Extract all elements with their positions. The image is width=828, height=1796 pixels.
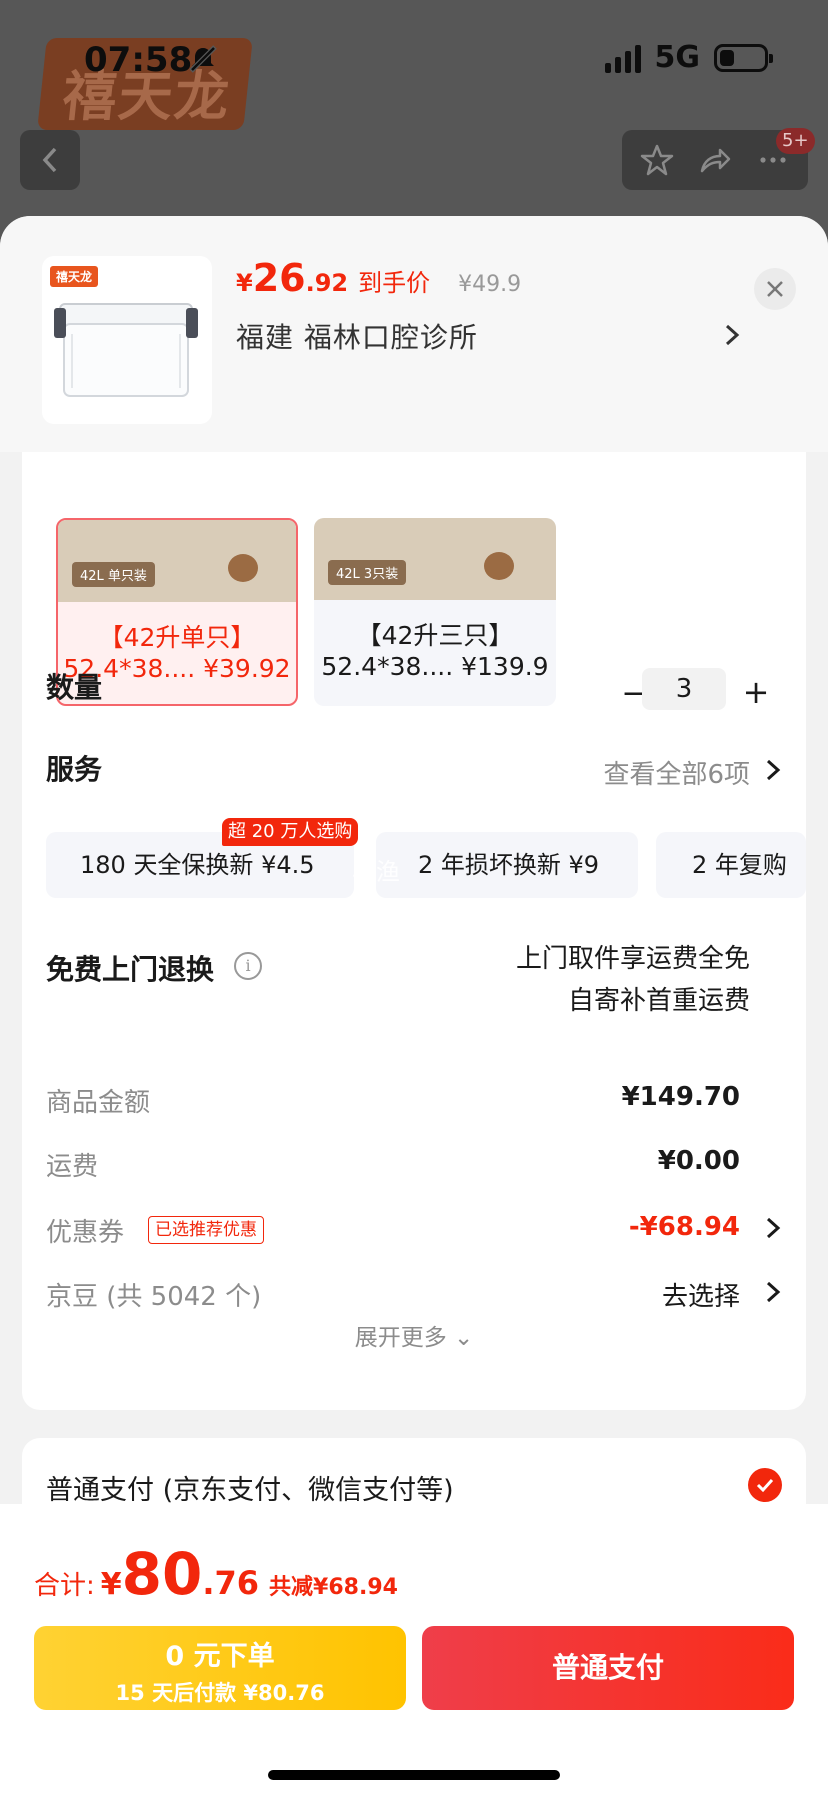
total-label: 合计: bbox=[34, 1571, 95, 1601]
pay-later-button[interactable]: 0 元下单 15 天后付款 ¥80.76 bbox=[34, 1626, 406, 1710]
delivery-address[interactable]: 福建 福林口腔诊所 bbox=[236, 316, 478, 356]
price-row: ¥ 26 .92 到手价 ¥49.9 bbox=[236, 256, 521, 300]
goods-amount-label: 商品金额 bbox=[46, 1088, 151, 1118]
total-discount: 共减¥68.94 bbox=[269, 1575, 398, 1600]
variant-spec-price: 52.4*38.... ¥139.9 bbox=[321, 652, 549, 681]
jd-beans-label: 京豆 (共 5042 个) bbox=[46, 1282, 262, 1312]
quantity-input[interactable]: 3 bbox=[642, 668, 726, 710]
view-all-services-link[interactable]: 查看全部6项 bbox=[603, 754, 750, 791]
chevron-right-icon[interactable] bbox=[762, 1278, 784, 1306]
star-icon[interactable] bbox=[640, 143, 674, 177]
quantity-label: 数量 bbox=[46, 671, 103, 704]
expand-more-link[interactable]: 展开更多 ⌄ bbox=[22, 1318, 806, 1352]
signal-icon bbox=[604, 43, 641, 73]
product-header: 禧天龙 ¥ 26 .92 到手价 ¥49.9 福建 福林口腔诊所 bbox=[0, 216, 828, 452]
jd-beans-select[interactable]: 去选择 bbox=[662, 1276, 740, 1313]
total-row: 合计: ¥ 80 .76 共减¥68.94 bbox=[34, 1540, 398, 1608]
home-indicator bbox=[268, 1770, 560, 1780]
back-button[interactable] bbox=[20, 130, 80, 190]
checkmark-icon[interactable] bbox=[748, 1468, 782, 1502]
variant-name: 【42升三只】 bbox=[356, 621, 514, 650]
price-integer: 26 bbox=[252, 256, 306, 300]
chevron-right-icon[interactable] bbox=[720, 320, 744, 350]
status-time: 07:58 bbox=[84, 40, 193, 80]
popular-badge: 超 20 万人选购 bbox=[222, 818, 359, 846]
purchase-sheet: 禧天龙 ¥ 26 .92 到手价 ¥49.9 福建 福林口腔诊所 42L 单只装 bbox=[0, 216, 828, 1796]
variant-image: 42L 3只装 bbox=[314, 518, 556, 600]
checkout-bar: 合计: ¥ 80 .76 共减¥68.94 0 元下单 15 天后付款 ¥80.… bbox=[0, 1504, 828, 1796]
shipping-label: 运费 bbox=[46, 1152, 99, 1182]
return-pickup-text: 上门取件享运费全免 bbox=[515, 944, 750, 974]
chevron-left-icon bbox=[42, 147, 57, 173]
chevron-right-icon[interactable] bbox=[762, 1214, 784, 1242]
pay-later-subtitle: 15 天后付款 ¥80.76 bbox=[115, 1681, 325, 1705]
service-label: 服务 bbox=[46, 753, 103, 786]
total-symbol: ¥ bbox=[100, 1567, 122, 1602]
coupon-label: 优惠券 bbox=[46, 1218, 125, 1248]
product-image[interactable]: 禧天龙 bbox=[42, 256, 212, 424]
watermark-text: 小渔 bbox=[352, 858, 400, 886]
payment-method-label[interactable]: 普通支付 (京东支付、微信支付等) bbox=[46, 1468, 454, 1507]
service-chip-2-year-damage[interactable]: 2 年损坏换新 ¥9 bbox=[376, 832, 638, 898]
goods-amount-value: ¥149.70 bbox=[621, 1082, 740, 1112]
shipping-value: ¥0.00 bbox=[657, 1146, 740, 1176]
total-integer: 80 bbox=[121, 1540, 203, 1608]
pay-now-button[interactable]: 普通支付 bbox=[422, 1626, 794, 1710]
free-return-label: 免费上门退换 bbox=[46, 953, 215, 986]
pay-later-title: 0 元下单 bbox=[165, 1641, 275, 1672]
price-breakdown-card: 商品金额 ¥149.70 运费 ¥0.00 优惠券 已选推荐优惠 -¥68.94… bbox=[22, 1056, 806, 1410]
return-self-ship-text: 自寄补首重运费 bbox=[567, 986, 750, 1016]
more-badge: 5+ bbox=[776, 128, 815, 154]
quantity-increase-button[interactable]: + bbox=[734, 672, 778, 716]
share-icon[interactable] bbox=[698, 143, 732, 177]
teddy-bear-image bbox=[484, 552, 514, 580]
variant-name: 【42升单只】 bbox=[98, 623, 256, 652]
coupon-recommended-tag: 已选推荐优惠 bbox=[148, 1216, 264, 1244]
silent-bell-icon bbox=[189, 45, 217, 73]
close-button[interactable] bbox=[754, 268, 796, 310]
battery-icon bbox=[714, 43, 773, 72]
service-chip-2-year-repurchase[interactable]: 2 年复购 bbox=[656, 832, 806, 898]
coupon-value[interactable]: -¥68.94 bbox=[629, 1212, 740, 1242]
close-icon bbox=[767, 281, 783, 297]
price-symbol: ¥ bbox=[236, 269, 253, 297]
variant-pill: 42L 单只装 bbox=[72, 562, 155, 587]
network-label: 5G bbox=[654, 40, 701, 75]
price-tag: 到手价 bbox=[358, 269, 431, 297]
teddy-bear-image bbox=[228, 554, 258, 582]
original-price: ¥49.9 bbox=[458, 272, 522, 297]
status-indicators: 5G bbox=[604, 40, 773, 75]
variant-pill: 42L 3只装 bbox=[328, 560, 407, 585]
price-decimal: .92 bbox=[305, 269, 349, 297]
chevron-right-icon[interactable] bbox=[762, 756, 784, 784]
thumb-brand-logo: 禧天龙 bbox=[50, 266, 99, 287]
variant-option-2[interactable]: 42L 3只装 【42升三只】 52.4*38.... ¥139.9 bbox=[314, 518, 556, 706]
total-decimal: .76 bbox=[202, 1564, 260, 1602]
info-icon[interactable]: i bbox=[234, 952, 262, 980]
variant-image: 42L 单只装 bbox=[58, 520, 296, 602]
